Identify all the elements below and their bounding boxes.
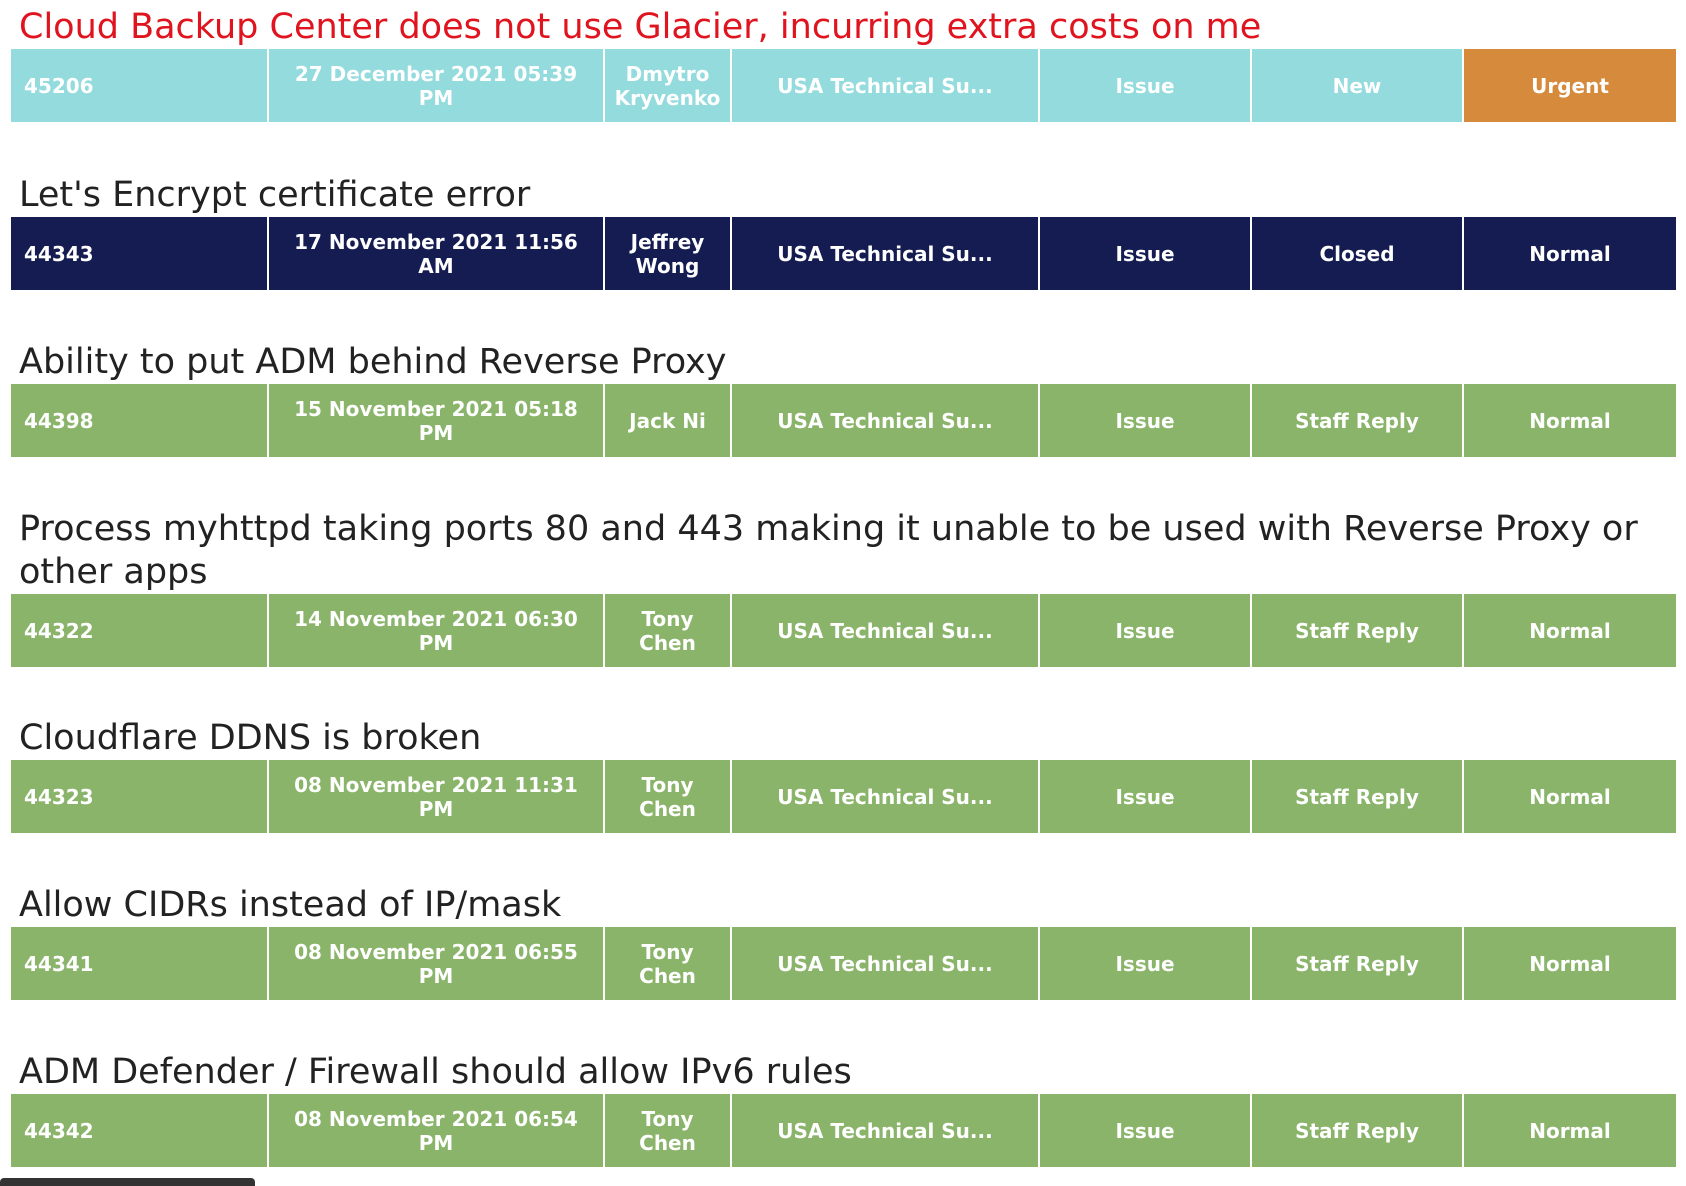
ticket-44341: Allow CIDRs instead of IP/mask 44341 08 …: [11, 884, 1676, 1000]
ticket-agent: Jack Ni: [605, 384, 732, 457]
ticket-priority: Normal: [1529, 951, 1611, 976]
ticket-44322: Process myhttpd taking ports 80 and 443 …: [11, 508, 1676, 667]
ticket-id: 44342: [11, 1094, 269, 1167]
ticket-status: New: [1252, 49, 1464, 122]
bottom-scrollbar[interactable]: [0, 1178, 255, 1186]
ticket-row[interactable]: 44322 14 November 2021 06:30 PM Tony Che…: [11, 594, 1676, 667]
ticket-type: Issue: [1040, 927, 1252, 1000]
ticket-type: Issue: [1040, 49, 1252, 122]
ticket-id: 45206: [11, 49, 269, 122]
ticket-status: Staff Reply: [1252, 594, 1464, 667]
ticket-agent: Tony Chen: [605, 760, 732, 833]
ticket-id: 44322: [11, 594, 269, 667]
ticket-row[interactable]: 44343 17 November 2021 11:56 AM Jeffrey …: [11, 217, 1676, 290]
ticket-title[interactable]: Process myhttpd taking ports 80 and 443 …: [11, 508, 1659, 594]
ticket-44323: Cloudflare DDNS is broken 44323 08 Novem…: [11, 717, 1676, 833]
ticket-44398: Ability to put ADM behind Reverse Proxy …: [11, 341, 1676, 457]
ticket-date: 14 November 2021 06:30 PM: [269, 594, 605, 667]
ticket-row[interactable]: 44342 08 November 2021 06:54 PM Tony Che…: [11, 1094, 1676, 1167]
ticket-type: Issue: [1040, 1094, 1252, 1167]
ticket-type: Issue: [1040, 217, 1252, 290]
ticket-priority: Normal: [1529, 1118, 1611, 1143]
ticket-id: 44398: [11, 384, 269, 457]
ticket-title[interactable]: Cloud Backup Center does not use Glacier…: [11, 6, 1659, 49]
ticket-priority: Normal: [1529, 241, 1611, 266]
ticket-44342: ADM Defender / Firewall should allow IPv…: [11, 1051, 1676, 1167]
ticket-agent: Tony Chen: [605, 1094, 732, 1167]
ticket-row[interactable]: 44398 15 November 2021 05:18 PM Jack Ni …: [11, 384, 1676, 457]
ticket-date: 17 November 2021 11:56 AM: [269, 217, 605, 290]
ticket-status: Staff Reply: [1252, 1094, 1464, 1167]
ticket-id: 44343: [11, 217, 269, 290]
ticket-department: USA Technical Su...: [732, 760, 1040, 833]
ticket-agent: Jeffrey Wong: [605, 217, 732, 290]
ticket-department: USA Technical Su...: [732, 1094, 1040, 1167]
ticket-title[interactable]: Cloudflare DDNS is broken: [11, 717, 1659, 760]
ticket-status: Staff Reply: [1252, 384, 1464, 457]
ticket-department: USA Technical Su...: [732, 927, 1040, 1000]
ticket-title[interactable]: Allow CIDRs instead of IP/mask: [11, 884, 1659, 927]
ticket-priority: Normal: [1529, 784, 1611, 809]
ticket-date: 08 November 2021 06:55 PM: [269, 927, 605, 1000]
ticket-date: 15 November 2021 05:18 PM: [269, 384, 605, 457]
ticket-date: 08 November 2021 06:54 PM: [269, 1094, 605, 1167]
ticket-status: Staff Reply: [1252, 760, 1464, 833]
ticket-44343: Let's Encrypt certificate error 44343 17…: [11, 174, 1676, 290]
ticket-date: 27 December 2021 05:39 PM: [269, 49, 605, 122]
ticket-id: 44323: [11, 760, 269, 833]
ticket-status: Closed: [1252, 217, 1464, 290]
ticket-date: 08 November 2021 11:31 PM: [269, 760, 605, 833]
ticket-title[interactable]: Ability to put ADM behind Reverse Proxy: [11, 341, 1659, 384]
ticket-department: USA Technical Su...: [732, 217, 1040, 290]
ticket-priority-urgent: Urgent: [1464, 49, 1676, 122]
ticket-row[interactable]: 44323 08 November 2021 11:31 PM Tony Che…: [11, 760, 1676, 833]
ticket-type: Issue: [1040, 594, 1252, 667]
ticket-agent: Tony Chen: [605, 927, 732, 1000]
ticket-priority: Normal: [1529, 408, 1611, 433]
ticket-row[interactable]: 45206 27 December 2021 05:39 PM Dmytro K…: [11, 49, 1676, 122]
ticket-department: USA Technical Su...: [732, 49, 1040, 122]
ticket-title[interactable]: Let's Encrypt certificate error: [11, 174, 1659, 217]
ticket-status: Staff Reply: [1252, 927, 1464, 1000]
ticket-row[interactable]: 44341 08 November 2021 06:55 PM Tony Che…: [11, 927, 1676, 1000]
ticket-priority: Normal: [1529, 618, 1611, 643]
ticket-id: 44341: [11, 927, 269, 1000]
ticket-type: Issue: [1040, 760, 1252, 833]
ticket-45206: Cloud Backup Center does not use Glacier…: [11, 6, 1676, 122]
ticket-agent: Tony Chen: [605, 594, 732, 667]
ticket-department: USA Technical Su...: [732, 384, 1040, 457]
ticket-title[interactable]: ADM Defender / Firewall should allow IPv…: [11, 1051, 1659, 1094]
ticket-department: USA Technical Su...: [732, 594, 1040, 667]
ticket-type: Issue: [1040, 384, 1252, 457]
ticket-agent: Dmytro Kryvenko: [605, 49, 732, 122]
